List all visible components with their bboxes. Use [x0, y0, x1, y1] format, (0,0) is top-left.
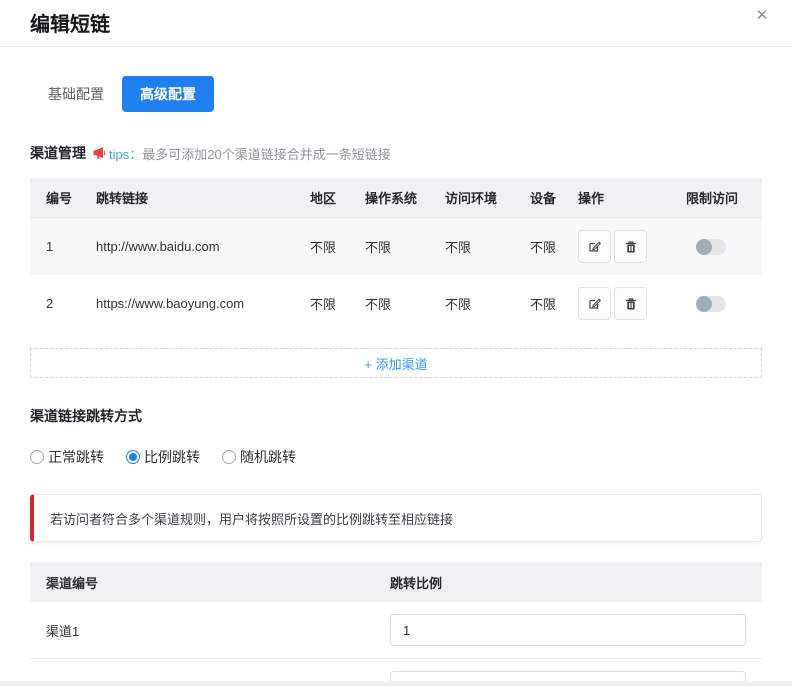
- tips-text: 最多可添加20个渠道链接合并成一条短链接: [142, 144, 390, 163]
- redirect-mode-label: 渠道链接跳转方式: [30, 406, 762, 426]
- ratio-redirect-alert: 若访问者符合多个渠道规则，用户将按照所设置的比例跳转至相应链接: [30, 494, 762, 542]
- channel-table-header-row: 编号 跳转链接 地区 操作系统 访问环境 设备 操作 限制访问: [30, 178, 762, 218]
- edit-shortlink-modal: 编辑短链 ✕ 基础配置 高级配置 渠道管理 tips： 最多可添加20个渠道链接…: [0, 0, 792, 686]
- tab-advanced-config[interactable]: 高级配置: [122, 76, 214, 112]
- radio-icon: [30, 450, 44, 464]
- channel-row-1: 1 http://www.baidu.com 不限 不限 不限 不限: [30, 218, 762, 275]
- ratio-row-label: 渠道1: [30, 621, 390, 640]
- modal-bottom-edge: [0, 681, 792, 686]
- restrict-access-toggle[interactable]: [696, 296, 726, 312]
- radio-icon: [222, 450, 236, 464]
- edit-button[interactable]: [578, 287, 611, 320]
- modal-body: 基础配置 高级配置 渠道管理 tips： 最多可添加20个渠道链接合并成一条短链…: [0, 76, 792, 686]
- header-os: 操作系统: [365, 188, 445, 207]
- radio-icon: [126, 450, 140, 464]
- add-channel-button[interactable]: + 添加渠道: [30, 348, 762, 378]
- tab-basic-config[interactable]: 基础配置: [30, 76, 122, 112]
- config-tabs: 基础配置 高级配置: [30, 76, 762, 112]
- modal-title: 编辑短链: [30, 8, 762, 42]
- modal-header: 编辑短链 ✕: [0, 0, 792, 47]
- redirect-mode-options: 正常跳转 比例跳转 随机跳转: [30, 447, 762, 467]
- tips-prefix: tips：: [109, 144, 142, 163]
- radio-normal-redirect[interactable]: 正常跳转: [30, 447, 104, 467]
- radio-label: 正常跳转: [48, 447, 104, 467]
- channel-management-header: 渠道管理 tips： 最多可添加20个渠道链接合并成一条短链接: [30, 143, 762, 163]
- row-actions: [578, 287, 686, 320]
- row-url: http://www.baidu.com: [96, 239, 310, 254]
- close-icon[interactable]: ✕: [750, 4, 774, 28]
- row-device: 不限: [530, 294, 578, 313]
- header-no: 编号: [30, 188, 96, 207]
- row-no: 2: [30, 296, 96, 311]
- header-action: 操作: [578, 188, 686, 207]
- radio-ratio-redirect[interactable]: 比例跳转: [126, 447, 200, 467]
- delete-button[interactable]: [614, 230, 647, 263]
- edit-button[interactable]: [578, 230, 611, 263]
- ratio-row-1: 渠道1: [30, 602, 762, 659]
- channel-table: 编号 跳转链接 地区 操作系统 访问环境 设备 操作 限制访问 1 http:/…: [30, 178, 762, 332]
- row-actions: [578, 230, 686, 263]
- ratio-table-header-row: 渠道编号 跳转比例: [30, 562, 762, 602]
- ratio-input-channel-1[interactable]: [390, 614, 746, 646]
- channel-row-2: 2 https://www.baoyung.com 不限 不限 不限 不限: [30, 275, 762, 332]
- header-limit: 限制访问: [686, 188, 762, 207]
- row-env: 不限: [445, 237, 530, 256]
- channel-management-label: 渠道管理: [30, 143, 86, 163]
- header-ratio: 跳转比例: [390, 573, 762, 592]
- toggle-knob: [696, 296, 712, 312]
- row-url: https://www.baoyung.com: [96, 296, 310, 311]
- megaphone-icon: [92, 146, 106, 160]
- restrict-access-toggle[interactable]: [696, 239, 726, 255]
- header-region: 地区: [310, 188, 365, 207]
- radio-label: 随机跳转: [240, 447, 296, 467]
- row-os: 不限: [365, 237, 445, 256]
- delete-button[interactable]: [614, 287, 647, 320]
- header-channel-no: 渠道编号: [30, 573, 390, 592]
- row-region: 不限: [310, 294, 365, 313]
- row-env: 不限: [445, 294, 530, 313]
- radio-random-redirect[interactable]: 随机跳转: [222, 447, 296, 467]
- row-device: 不限: [530, 237, 578, 256]
- header-device: 设备: [530, 188, 578, 207]
- row-no: 1: [30, 239, 96, 254]
- header-env: 访问环境: [445, 188, 530, 207]
- ratio-table: 渠道编号 跳转比例 渠道1 渠道2: [30, 562, 762, 686]
- row-os: 不限: [365, 294, 445, 313]
- row-region: 不限: [310, 237, 365, 256]
- header-url: 跳转链接: [96, 188, 310, 207]
- alert-text: 若访问者符合多个渠道规则，用户将按照所设置的比例跳转至相应链接: [50, 509, 453, 528]
- toggle-knob: [696, 239, 712, 255]
- radio-label: 比例跳转: [144, 447, 200, 467]
